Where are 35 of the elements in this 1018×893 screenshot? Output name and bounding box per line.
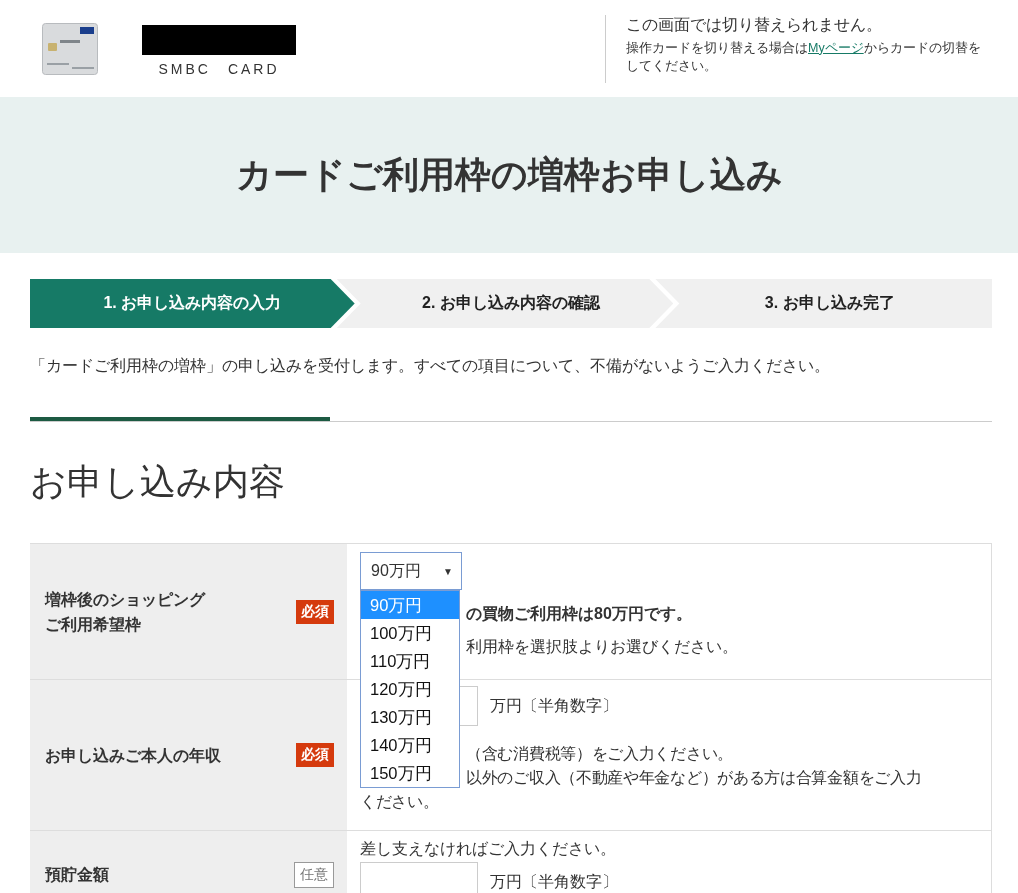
savings-input[interactable]: [360, 862, 478, 893]
badge: 任意: [294, 862, 334, 888]
credit-card-icon: [42, 22, 98, 75]
progress-step: 3. お申し込み完了: [655, 279, 992, 328]
unit-label: 万円〔半角数字〕: [490, 695, 618, 716]
note-text: の買物ご利用枠は80万円です。: [466, 604, 693, 624]
brand-name: SMBC CARD: [158, 60, 280, 79]
dropdown-option[interactable]: 100万円: [361, 619, 459, 647]
note-text: ください。: [360, 793, 439, 810]
note-text: 以外のご収入（不動産や年金など）がある方は合算金額をご入力: [466, 769, 922, 786]
badge: 必須: [296, 599, 334, 624]
amount-select[interactable]: 90万円 ▼: [360, 552, 462, 590]
intro-text: 「カードご利用枠の増枠」の申し込みを受付します。すべての項目について、不備がないようご入力ください。: [30, 356, 831, 376]
dropdown-option[interactable]: 150万円: [361, 759, 459, 787]
dropdown-option[interactable]: 110万円: [361, 647, 459, 675]
page-title: カードご利用枠の増枠お申し込み: [235, 152, 783, 197]
notice-title: この画面では切り替えられません。: [626, 14, 883, 35]
caret-icon: ▼: [443, 565, 453, 577]
section-title: お申し込み内容: [30, 460, 286, 504]
field-label: お申し込みご本人の年収: [45, 745, 221, 766]
badge: 必須: [296, 743, 334, 767]
unit-label: 万円〔半角数字〕: [490, 871, 618, 892]
progress-step: 1. お申し込み内容の入力: [30, 279, 355, 328]
note-text: 利用枠を選択肢よりお選びください。: [466, 637, 739, 657]
field-label: 預貯金額: [45, 865, 109, 885]
mypage-link[interactable]: Myページ: [808, 40, 864, 55]
field-label: ご利用希望枠: [45, 614, 141, 635]
notice-text: 操作カードを切り替える場合はMyページからカードの切替をしてください。: [626, 39, 982, 75]
dropdown-option[interactable]: 140万円: [361, 731, 459, 759]
progress-step: 2. お申し込み内容の確認: [336, 279, 674, 328]
field-label: 増枠後のショッピング: [45, 589, 205, 610]
dropdown-option[interactable]: 130万円: [361, 703, 459, 731]
dropdown-option[interactable]: 120万円: [361, 675, 459, 703]
hint-text: 差し支えなければご入力ください。: [360, 839, 617, 859]
note-text: （含む消費税等）をご入力ください。: [466, 745, 733, 762]
